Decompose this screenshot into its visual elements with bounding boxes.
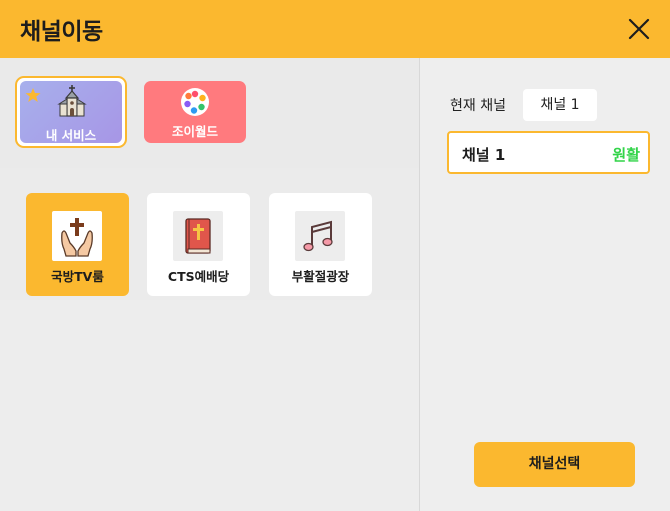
channel-name: 채널 1 <box>462 146 506 164</box>
room-tile-cts-chapel[interactable]: CTS예배당 <box>147 193 250 296</box>
room-tile-easter-plaza[interactable]: 부활절광장 <box>269 193 372 296</box>
praying-hands-cross-icon <box>52 211 102 261</box>
music-notes-icon <box>295 211 345 261</box>
left-empty-area <box>0 300 419 511</box>
select-channel-button[interactable]: 채널선택 <box>474 442 635 487</box>
room-tile-label: 국방TV룸 <box>51 269 104 284</box>
current-channel-label: 현재 채널 <box>450 98 506 114</box>
joyworld-logo-icon <box>180 87 210 121</box>
dialog-titlebar: 채널이동 <box>0 0 670 58</box>
room-tile-label: 부활절광장 <box>291 269 350 284</box>
service-my-service-card: 내 서비스 <box>20 81 122 143</box>
service-my-service-label: 내 서비스 <box>45 128 97 143</box>
current-channel-value: 채널 1 <box>523 89 597 121</box>
close-icon[interactable] <box>626 16 652 42</box>
bible-icon <box>173 211 223 261</box>
channel-status: 원활 <box>612 146 640 164</box>
service-joyworld-label: 조이월드 <box>171 124 218 139</box>
service-joyworld[interactable]: 조이월드 <box>144 81 246 143</box>
channel-list-item[interactable]: 채널 1 원활 <box>447 131 650 174</box>
service-my-service[interactable]: 내 서비스 <box>15 76 127 148</box>
star-icon <box>25 87 41 107</box>
church-icon <box>56 84 88 122</box>
dialog-title: 채널이동 <box>20 19 103 45</box>
room-tile-gukbang-tv[interactable]: 국방TV룸 <box>26 193 129 296</box>
room-tile-label: CTS예배당 <box>167 269 230 284</box>
